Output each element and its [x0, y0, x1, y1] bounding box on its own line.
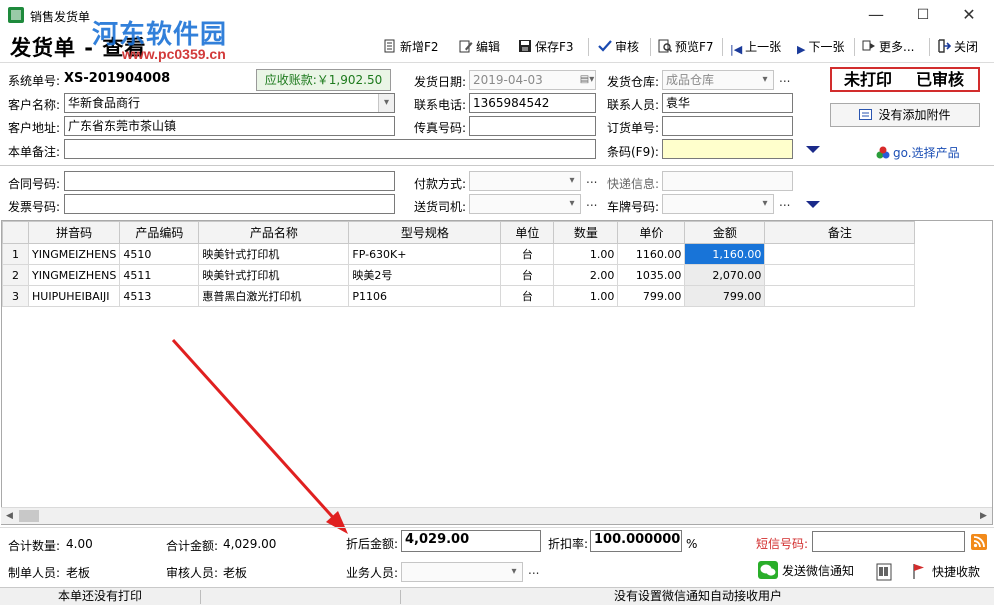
- quick-receive-label: 快捷收款: [932, 565, 981, 579]
- quick-receive-button[interactable]: 快捷收款: [912, 563, 980, 581]
- wechat-status-text: 没有设置微信通知自动接收用户: [614, 589, 783, 603]
- total-amount-label: 合计金额:: [166, 539, 219, 553]
- sales-label: 业务人员:: [346, 566, 399, 580]
- discounted-label: 折后金额:: [346, 537, 399, 551]
- sms-label: 短信号码:: [756, 537, 809, 551]
- creator-label: 制单人员:: [8, 566, 61, 580]
- wechat-notify-button[interactable]: 发送微信通知: [758, 558, 854, 584]
- print-status-text: 本单还没有打印: [58, 589, 143, 603]
- creator-value: 老板: [66, 566, 91, 580]
- flag-icon: [913, 564, 924, 579]
- wechat-notify-label: 发送微信通知: [782, 564, 855, 578]
- percent-sign: %: [686, 537, 698, 551]
- statusbar-divider: [400, 590, 401, 604]
- total-amount-value: 4,029.00: [223, 537, 277, 551]
- total-qty-value: 4.00: [66, 537, 93, 551]
- wechat-icon: [758, 561, 778, 579]
- footer-divider: [0, 527, 994, 528]
- discounted-field[interactable]: 4,029.00: [401, 530, 541, 552]
- auditor-value: 老板: [223, 566, 248, 580]
- barcode-print-icon[interactable]: [876, 563, 892, 581]
- sales-select[interactable]: ▾: [401, 562, 523, 582]
- sales-more-button[interactable]: ...: [528, 563, 539, 577]
- rss-icon[interactable]: [971, 534, 987, 550]
- statusbar-divider: [200, 590, 201, 604]
- chevron-down-icon[interactable]: ▾: [506, 563, 522, 581]
- auditor-label: 审核人员:: [166, 566, 219, 580]
- discount-rate-label: 折扣率:: [548, 537, 589, 551]
- status-bar: 本单还没有打印 没有设置微信通知自动接收用户: [0, 587, 994, 605]
- discount-rate-field[interactable]: 100.000000: [590, 530, 682, 552]
- annotation-arrow: [171, 338, 348, 534]
- total-qty-label: 合计数量:: [8, 539, 61, 553]
- sms-field[interactable]: [812, 531, 965, 552]
